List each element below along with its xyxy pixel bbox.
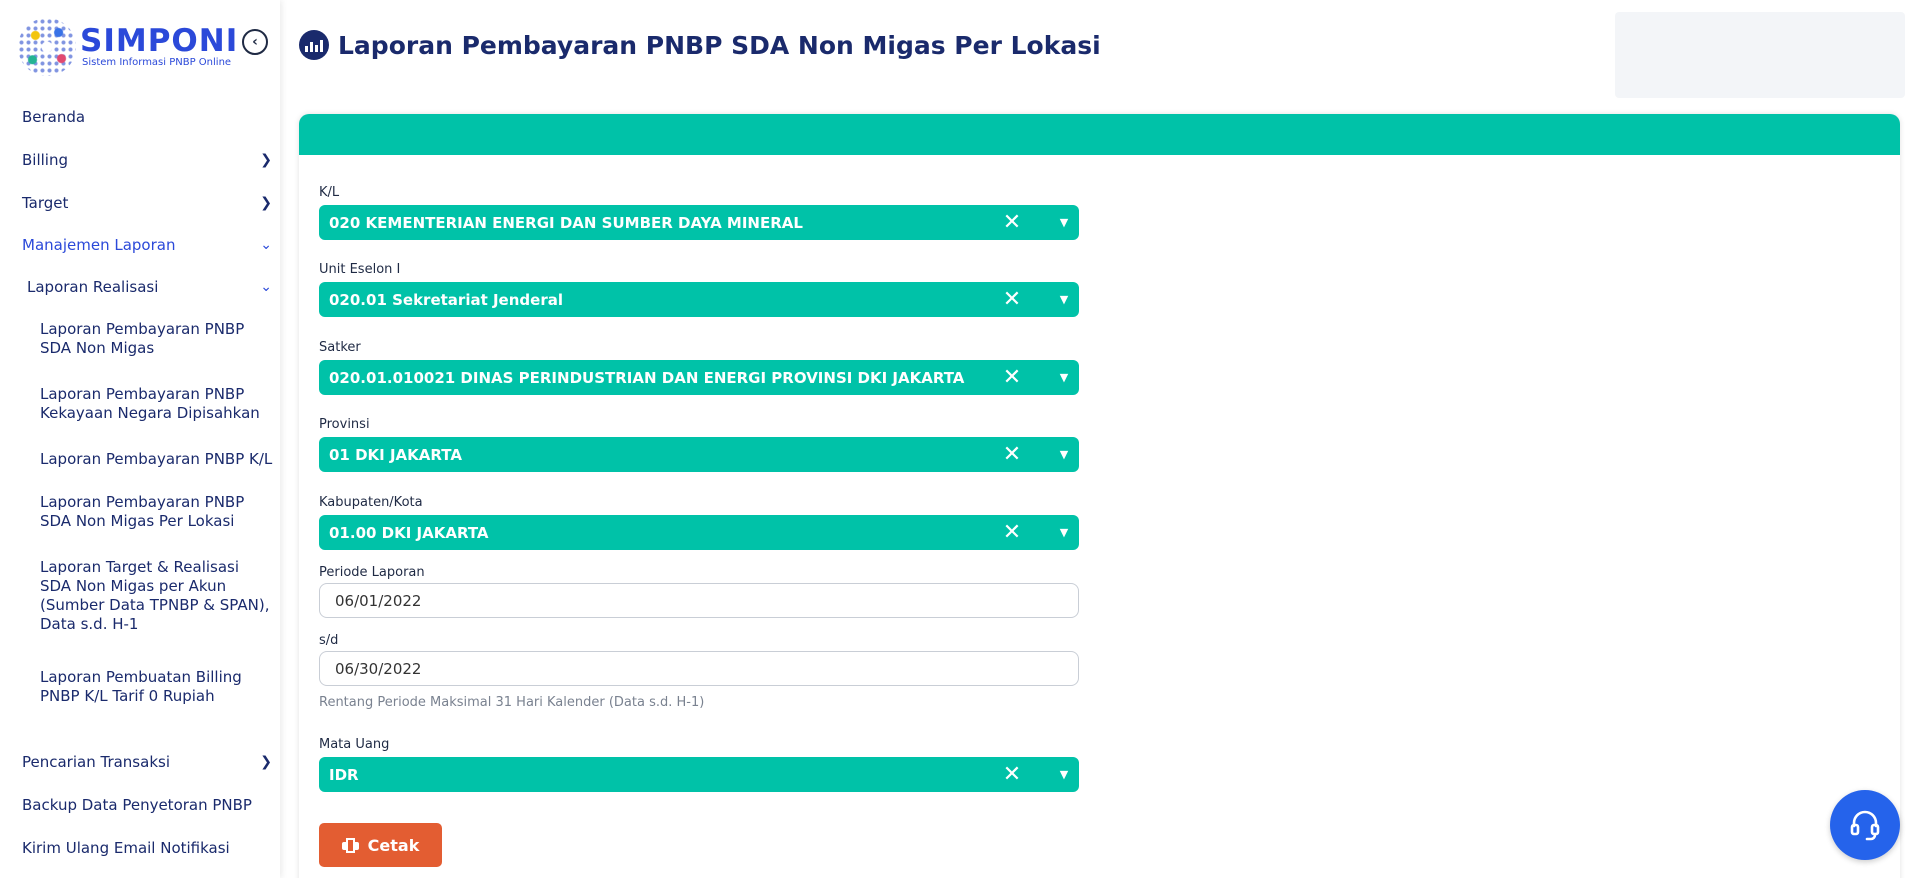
sd-label: s/d (319, 633, 339, 648)
sidebar-item-label: Pencarian Transaksi (22, 753, 170, 771)
bar-chart-icon (299, 30, 329, 60)
mata-uang-value: IDR (329, 765, 359, 784)
sidebar-item-label: Laporan Pembuatan Billing PNBP K/L Tarif… (40, 668, 242, 705)
provinsi-value: 01 DKI JAKARTA (329, 445, 462, 464)
sidebar-item-laporan-billing-tarif-0[interactable]: Laporan Pembuatan Billing PNBP K/L Tarif… (40, 668, 274, 706)
sidebar-item-beranda[interactable]: Beranda (22, 108, 272, 127)
periode-start-input[interactable]: 06/01/2022 (319, 583, 1079, 618)
periode-start-value: 06/01/2022 (335, 591, 422, 610)
chevron-down-icon[interactable]: ▼ (1049, 371, 1079, 384)
sidebar-item-label: Laporan Pembayaran PNBP SDA Non Migas Pe… (40, 493, 245, 530)
printer-icon (341, 837, 359, 853)
close-icon[interactable]: ✕ (997, 211, 1027, 234)
cetak-button[interactable]: Cetak (319, 823, 442, 867)
sidebar-item-laporan-kl[interactable]: Laporan Pembayaran PNBP K/L (40, 450, 274, 469)
logo-title: SIMPONI (80, 23, 239, 59)
header-placeholder-panel (1615, 12, 1905, 98)
eselon-select[interactable]: 020.01 Sekretariat Jenderal ✕ ▼ (319, 282, 1079, 317)
page-title: Laporan Pembayaran PNBP SDA Non Migas Pe… (338, 30, 1101, 60)
provinsi-select[interactable]: 01 DKI JAKARTA ✕ ▼ (319, 437, 1079, 472)
chevron-down-icon[interactable]: ▼ (1049, 768, 1079, 781)
sidebar-item-label: Laporan Pembayaran PNBP K/L (40, 450, 273, 468)
close-icon[interactable]: ✕ (997, 366, 1027, 389)
sidebar-item-kirim-ulang-email[interactable]: Kirim Ulang Email Notifikasi (22, 839, 272, 858)
sidebar-item-label: Beranda (22, 108, 86, 126)
sidebar-item-label: Target (22, 194, 69, 212)
satker-label: Satker (319, 340, 361, 355)
logo-subtitle: Sistem Informasi PNBP Online (82, 57, 232, 68)
sidebar-item-label: Manajemen Laporan (22, 236, 176, 254)
sidebar-item-label: Laporan Realisasi (27, 278, 159, 296)
sidebar-item-laporan-sda-per-lokasi[interactable]: Laporan Pembayaran PNBP SDA Non Migas Pe… (40, 493, 274, 531)
help-button[interactable] (1830, 790, 1900, 860)
chevron-down-icon[interactable]: ▼ (1049, 448, 1079, 461)
sidebar-item-label: Laporan Pembayaran PNBP Kekayaan Negara … (40, 385, 260, 422)
chevron-right-icon: ❯ (260, 152, 272, 168)
chevron-right-icon: ❯ (260, 754, 272, 770)
sidebar: SIMPONI Sistem Informasi PNBP Online ‹ B… (0, 0, 280, 878)
logo-dots-icon (18, 18, 76, 76)
sidebar-item-label: Laporan Target & Realisasi SDA Non Migas… (40, 558, 270, 633)
kabupaten-select[interactable]: 01.00 DKI JAKARTA ✕ ▼ (319, 515, 1079, 550)
sidebar-item-backup-data[interactable]: Backup Data Penyetoran PNBP (22, 796, 272, 815)
sidebar-item-manajemen-laporan[interactable]: Manajemen Laporan ⌄ (22, 236, 272, 255)
chevron-down-icon[interactable]: ▼ (1049, 526, 1079, 539)
chevron-down-icon: ⌄ (260, 279, 272, 295)
eselon-label: Unit Eselon I (319, 262, 401, 277)
eselon-value: 020.01 Sekretariat Jenderal (329, 290, 563, 309)
card-header (299, 114, 1900, 155)
headset-icon (1850, 810, 1880, 841)
periode-end-input[interactable]: 06/30/2022 (319, 651, 1079, 686)
close-icon[interactable]: ✕ (997, 521, 1027, 544)
sidebar-item-laporan-kekayaan-negara[interactable]: Laporan Pembayaran PNBP Kekayaan Negara … (40, 385, 274, 423)
chevron-right-icon: ❯ (260, 195, 272, 211)
sidebar-item-label: Billing (22, 151, 68, 169)
logo-text: SIMPONI Sistem Informasi PNBP Online (80, 25, 238, 69)
report-form-card: K/L 020 KEMENTERIAN ENERGI DAN SUMBER DA… (299, 114, 1900, 878)
sidebar-item-label: Laporan Pembayaran PNBP SDA Non Migas (40, 320, 245, 357)
kl-value: 020 KEMENTERIAN ENERGI DAN SUMBER DAYA M… (329, 213, 803, 232)
page-header: Laporan Pembayaran PNBP SDA Non Migas Pe… (299, 30, 1101, 60)
chevron-down-icon[interactable]: ▼ (1049, 293, 1079, 306)
sidebar-collapse-button[interactable]: ‹ (242, 29, 268, 55)
chevron-down-icon: ⌄ (260, 237, 272, 253)
cetak-label: Cetak (367, 835, 420, 855)
periode-hint: Rentang Periode Maksimal 31 Hari Kalende… (319, 695, 705, 710)
sidebar-item-label: Backup Data Penyetoran PNBP (22, 796, 252, 814)
chevron-down-icon[interactable]: ▼ (1049, 216, 1079, 229)
periode-end-value: 06/30/2022 (335, 659, 422, 678)
close-icon[interactable]: ✕ (997, 443, 1027, 466)
kabupaten-value: 01.00 DKI JAKARTA (329, 523, 489, 542)
sidebar-item-laporan-realisasi[interactable]: Laporan Realisasi ⌄ (27, 278, 272, 297)
sidebar-item-label: Kirim Ulang Email Notifikasi (22, 839, 230, 857)
sidebar-item-laporan-target-realisasi[interactable]: Laporan Target & Realisasi SDA Non Migas… (40, 558, 274, 634)
mata-uang-select[interactable]: IDR ✕ ▼ (319, 757, 1079, 792)
sidebar-item-target[interactable]: Target ❯ (22, 194, 272, 213)
sidebar-item-laporan-sda-non-migas[interactable]: Laporan Pembayaran PNBP SDA Non Migas (40, 320, 274, 358)
satker-select[interactable]: 020.01.010021 DINAS PERINDUSTRIAN DAN EN… (319, 360, 1079, 395)
kl-select[interactable]: 020 KEMENTERIAN ENERGI DAN SUMBER DAYA M… (319, 205, 1079, 240)
close-icon[interactable]: ✕ (997, 288, 1027, 311)
mata-uang-label: Mata Uang (319, 737, 390, 752)
provinsi-label: Provinsi (319, 417, 370, 432)
simponi-logo[interactable]: SIMPONI Sistem Informasi PNBP Online (18, 18, 238, 76)
kabupaten-label: Kabupaten/Kota (319, 495, 423, 510)
chevron-left-icon: ‹ (252, 34, 258, 50)
close-icon[interactable]: ✕ (997, 763, 1027, 786)
kl-label: K/L (319, 185, 340, 200)
sidebar-item-billing[interactable]: Billing ❯ (22, 151, 272, 170)
sidebar-item-pencarian-transaksi[interactable]: Pencarian Transaksi ❯ (22, 753, 272, 772)
periode-label: Periode Laporan (319, 565, 425, 580)
satker-value: 020.01.010021 DINAS PERINDUSTRIAN DAN EN… (329, 368, 965, 387)
